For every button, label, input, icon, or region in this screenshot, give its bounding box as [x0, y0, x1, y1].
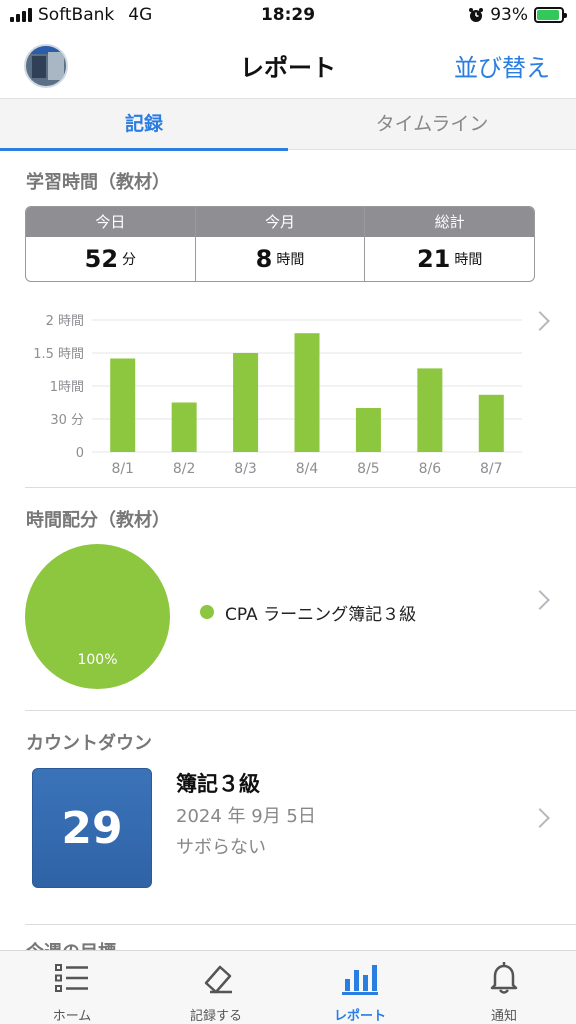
countdown-title: カウントダウン: [26, 733, 152, 754]
stat-value: 8: [255, 245, 273, 273]
study-time-title: 学習時間（教材）: [26, 172, 170, 193]
countdown-days-box: 29: [32, 768, 152, 888]
chevron-right-icon[interactable]: [530, 590, 550, 610]
divider: [25, 487, 576, 488]
chart-bar: [355, 408, 381, 452]
countdown-event-name: 簿記３級: [176, 772, 260, 796]
bottom-nav: ホーム 記録する レポート 通知: [0, 950, 576, 1024]
nav-label: 通知: [490, 1009, 517, 1024]
nav-home[interactable]: ホーム: [0, 951, 144, 1024]
x-tick-label: 8/4: [296, 461, 319, 477]
legend-dot: [200, 605, 214, 619]
x-tick-label: 8/2: [173, 461, 196, 477]
stat-unit: 時間: [276, 252, 305, 268]
tab-records[interactable]: 記録: [0, 99, 288, 151]
bar-chart-icon: [342, 965, 378, 995]
status-bar: SoftBank 4G 18:29 93%: [0, 0, 576, 32]
countdown-note: サボらない: [176, 837, 266, 858]
chart-bar: [417, 368, 443, 452]
tab-timeline[interactable]: タイムライン: [288, 99, 576, 149]
battery-percent: 93%: [490, 5, 528, 25]
stat-label: 今月: [195, 207, 365, 237]
battery-icon: [534, 7, 567, 23]
stat-unit: 時間: [454, 252, 483, 268]
study-stats-table: 今日 52 分 今月 8 時間 総計 21 時間: [25, 206, 535, 282]
divider: [25, 710, 576, 711]
stat-today: 今日 52 分: [26, 207, 196, 281]
stat-label: 総計: [365, 207, 534, 237]
pencil-icon: [204, 965, 232, 994]
countdown-date: 2024 年 9月 5日: [176, 806, 316, 827]
chevron-right-icon[interactable]: [530, 808, 550, 828]
list-icon: [55, 964, 88, 992]
nav-label: 記録する: [189, 1009, 242, 1024]
time-distribution-title: 時間配分（教材）: [26, 510, 170, 531]
nav-notifications[interactable]: 通知: [432, 951, 576, 1024]
bell-icon: [490, 962, 518, 994]
stat-month: 今月 8 時間: [195, 207, 366, 281]
x-tick-label: 8/5: [357, 461, 380, 477]
y-tick-label: 0: [76, 446, 84, 461]
stat-unit: 分: [122, 252, 137, 268]
bar-chart: 0 30 分 1時間 1.5 時間 2 時間 8/1 8/2 8/3 8/4 8/5 8/6 8/7: [33, 314, 522, 477]
chart-bar: [294, 333, 320, 452]
nav-report[interactable]: レポート: [288, 951, 432, 1024]
chart-bar: [478, 394, 504, 452]
y-tick-label: 1時間: [50, 380, 84, 395]
divider: [25, 924, 576, 925]
nav-record[interactable]: 記録する: [144, 951, 288, 1024]
y-tick-label: 2 時間: [46, 314, 84, 329]
stat-total: 総計 21 時間: [365, 207, 534, 281]
stat-label: 今日: [26, 207, 195, 237]
legend-label: CPA ラーニング簿記３級: [225, 605, 417, 625]
nav-label: ホーム: [52, 1009, 92, 1024]
sort-button[interactable]: 並び替え: [454, 48, 550, 83]
chart-bar: [110, 358, 136, 452]
nav-label: レポート: [333, 1009, 386, 1024]
study-time-chart[interactable]: 0 30 分 1時間 1.5 時間 2 時間 8/1 8/2 8/3 8/4 8/5 8/6 8/7: [0, 300, 576, 490]
x-tick-label: 8/6: [419, 461, 442, 477]
stat-value: 21: [416, 245, 451, 273]
pie-chart[interactable]: 100%: [25, 544, 170, 689]
header: レポート 並び替え: [0, 32, 576, 98]
x-tick-label: 8/7: [480, 461, 503, 477]
pie-percent-label: 100%: [77, 652, 118, 668]
chart-bar: [233, 353, 259, 452]
weekly-goal-title: 今週の目標: [26, 938, 116, 950]
x-tick-label: 8/3: [234, 461, 257, 477]
y-tick-label: 30 分: [50, 413, 84, 428]
tab-bar: 記録 タイムライン: [0, 98, 576, 151]
x-tick-label: 8/1: [111, 461, 134, 477]
stat-value: 52: [84, 245, 119, 273]
y-tick-label: 1.5 時間: [33, 347, 84, 362]
chart-bar: [171, 402, 197, 452]
alarm-icon: [469, 8, 484, 22]
